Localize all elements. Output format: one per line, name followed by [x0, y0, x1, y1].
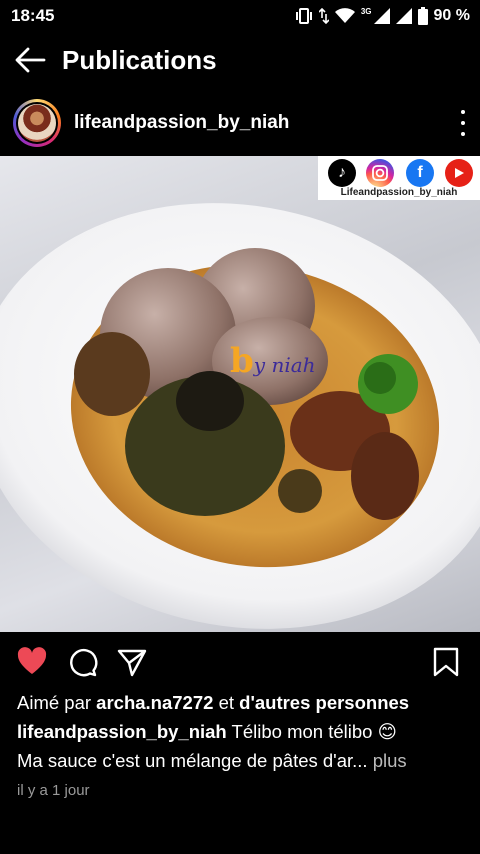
heart-filled-icon	[17, 647, 47, 674]
status-icons: 3G 90 %	[295, 5, 470, 27]
comment-icon	[70, 648, 98, 677]
signal-icon-2	[395, 8, 412, 24]
likes-summary[interactable]: Aimé par archa.na7272 et d'autres person…	[17, 688, 467, 717]
wifi-icon	[334, 8, 355, 23]
youtube-icon	[445, 159, 473, 187]
watermark-logo: by niah	[230, 341, 316, 381]
tiktok-icon: ♪	[328, 159, 356, 187]
caption-line-1: lifeandpassion_by_niah Télibo mon télibo…	[17, 717, 467, 746]
post-header: lifeandpassion_by_niah	[0, 96, 480, 152]
banner-handle: Lifeandpassion_by_niah	[340, 187, 458, 198]
data-arrows-icon	[318, 8, 329, 24]
vibrate-icon	[295, 8, 312, 24]
caption-text: Télibo mon télibo 😊	[231, 721, 397, 742]
liker-username[interactable]: archa.na7272	[96, 692, 213, 713]
app-bar: Publications	[0, 32, 480, 88]
more-dot-icon	[461, 110, 465, 114]
post-username[interactable]: lifeandpassion_by_niah	[74, 112, 289, 134]
instagram-icon	[366, 159, 394, 187]
facebook-icon: f	[406, 159, 434, 187]
caption-line-2: Ma sauce c'est un mélange de pâtes d'ar.…	[17, 746, 467, 775]
more-options-button[interactable]	[456, 110, 470, 136]
battery-level: 90 %	[433, 7, 470, 24]
status-bar: 18:45 3G 90 %	[0, 0, 480, 32]
avatar[interactable]	[13, 99, 61, 147]
more-dot-icon	[461, 132, 465, 136]
post-timestamp: il y a 1 jour	[17, 782, 90, 799]
comment-button[interactable]	[66, 646, 98, 678]
post-caption-area: Aimé par archa.na7272 et d'autres person…	[17, 688, 467, 775]
caption-author[interactable]: lifeandpassion_by_niah	[17, 721, 227, 742]
avatar-image	[18, 104, 56, 142]
battery-icon	[417, 7, 428, 25]
status-time: 18:45	[11, 6, 55, 25]
network-type-label: 3G	[360, 6, 372, 16]
save-button[interactable]	[430, 646, 462, 678]
food-photo-illustration	[0, 203, 480, 629]
send-icon	[117, 649, 147, 677]
back-button[interactable]	[14, 46, 46, 74]
caption-more-link[interactable]: plus	[373, 750, 407, 771]
post-actions	[0, 632, 480, 692]
bookmark-icon	[433, 647, 459, 677]
signal-icon	[373, 8, 390, 24]
like-button[interactable]	[16, 646, 48, 678]
share-button[interactable]	[116, 646, 148, 678]
other-likers-link[interactable]: d'autres personnes	[239, 692, 409, 713]
page-title: Publications	[62, 45, 217, 75]
more-dot-icon	[461, 121, 465, 125]
back-arrow-icon	[15, 47, 46, 73]
post-image[interactable]: ♪ f Lifeandpassion_by_niah by niah	[0, 156, 480, 632]
caption-text-continued: Ma sauce c'est un mélange de pâtes d'ar.…	[17, 750, 368, 771]
social-banner: ♪ f Lifeandpassion_by_niah	[318, 156, 480, 200]
